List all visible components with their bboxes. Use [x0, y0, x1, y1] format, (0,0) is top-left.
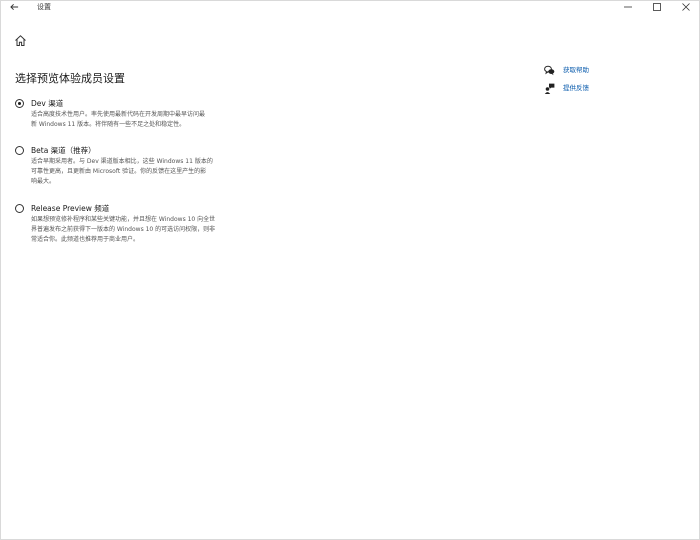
option-description-line: 界普遍发布之前获得下一版本的 Windows 10 的可选访问权限，则非 — [31, 226, 216, 233]
get-help-label: 获取帮助 — [563, 66, 589, 74]
radio-dev-channel[interactable] — [15, 99, 24, 108]
title-bar: 设置 — [0, 0, 700, 14]
chat-bubble-icon — [544, 65, 555, 76]
option-label[interactable]: Dev 渠道 — [31, 98, 63, 109]
give-feedback-link[interactable]: 提供反馈 — [544, 83, 589, 94]
home-button[interactable] — [14, 32, 28, 46]
option-description-line: 响最大。 — [31, 178, 56, 185]
maximize-button[interactable] — [642, 0, 671, 14]
option-description: 适合早期采用者。与 Dev 渠道版本相比，这些 Windows 11 版本的 可… — [31, 157, 309, 187]
minimize-icon — [623, 6, 632, 8]
back-arrow-icon — [9, 3, 18, 11]
option-description-line: 可靠性更高，且更新由 Microsoft 验证。你的反馈在这里产生的影 — [31, 168, 207, 175]
minimize-button[interactable] — [613, 0, 642, 14]
home-icon — [15, 35, 26, 46]
option-description-line: 新 Windows 11 版本。将伴随有一些不足之处和稳定性。 — [31, 121, 186, 128]
option-description-line: 适合早期采用者。与 Dev 渠道版本相比，这些 Windows 11 版本的 — [31, 158, 213, 165]
window-controls — [613, 0, 700, 14]
give-feedback-label: 提供反馈 — [563, 84, 589, 92]
feedback-person-icon — [544, 83, 555, 94]
option-label[interactable]: Release Preview 频道 — [31, 203, 109, 214]
page-title: 选择预览体验成员设置 — [15, 72, 125, 85]
option-description: 如果想预览修补程序和某些关键功能，并且想在 Windows 10 向全世 界普遍… — [31, 215, 309, 245]
option-description-line: 适合高度技术性用户。率先使用最新代码在开发周期中最早访问最 — [31, 111, 206, 118]
option-description-line: 如果想预览修补程序和某些关键功能，并且想在 Windows 10 向全世 — [31, 216, 216, 223]
radio-release-preview-channel[interactable] — [15, 204, 24, 213]
close-icon — [681, 3, 690, 11]
back-button[interactable] — [6, 0, 22, 14]
option-description: 适合高度技术性用户。率先使用最新代码在开发周期中最早访问最 新 Windows … — [31, 110, 309, 130]
maximize-icon — [652, 3, 661, 11]
option-label[interactable]: Beta 渠道（推荐） — [31, 145, 96, 156]
radio-beta-channel[interactable] — [15, 146, 24, 155]
window-title: 设置 — [37, 3, 51, 11]
close-button[interactable] — [671, 0, 700, 14]
get-help-link[interactable]: 获取帮助 — [544, 65, 589, 76]
option-description-line: 常适合你。此频道也推荐用于商业用户。 — [31, 236, 140, 243]
